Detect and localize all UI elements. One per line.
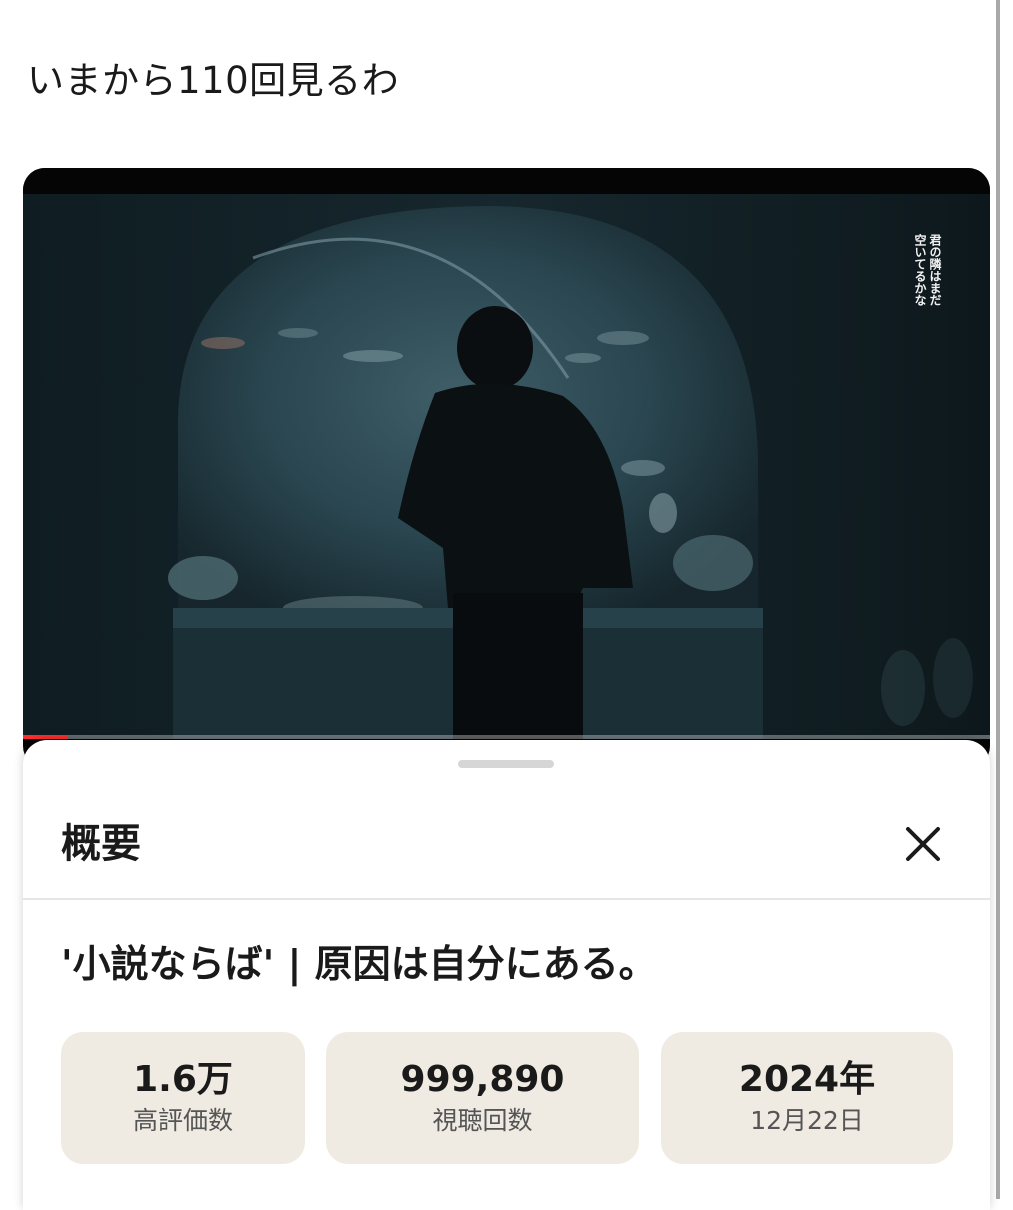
close-button[interactable] (895, 816, 951, 872)
views-count: 999,890 (400, 1059, 565, 1100)
video-frame-image (23, 168, 990, 739)
sheet-divider (23, 898, 990, 900)
likes-count: 1.6万 (133, 1059, 233, 1100)
scrollbar-edge (996, 0, 1000, 1199)
video-overlay-text-line2: 空いてるかな (913, 234, 927, 306)
close-icon (906, 827, 940, 861)
video-progress-bar[interactable] (23, 735, 990, 739)
publish-year: 2024年 (738, 1059, 876, 1100)
likes-stat-card: 1.6万 高評価数 (61, 1032, 305, 1164)
video-player[interactable]: 君の隣はまだ 空いてるかな (23, 168, 990, 768)
likes-label: 高評価数 (132, 1106, 233, 1135)
date-stat-card: 2024年 12月22日 (661, 1032, 953, 1164)
views-label: 視聴回数 (432, 1106, 533, 1135)
video-overlay-text-line1: 君の隣はまだ (928, 234, 942, 306)
sheet-title: 概要 (61, 821, 141, 867)
post-text: いまから110回見るわ (27, 59, 400, 102)
video-title: '小説ならば' | 原因は自分にある。 (61, 942, 657, 986)
views-stat-card: 999,890 視聴回数 (326, 1032, 639, 1164)
description-sheet: 概要 '小説ならば' | 原因は自分にある。 1.6万 高評価数 999,890… (23, 740, 990, 1210)
publish-date: 12月22日 (750, 1106, 864, 1135)
video-progress-fill (23, 735, 67, 739)
sheet-drag-handle[interactable] (458, 760, 554, 768)
